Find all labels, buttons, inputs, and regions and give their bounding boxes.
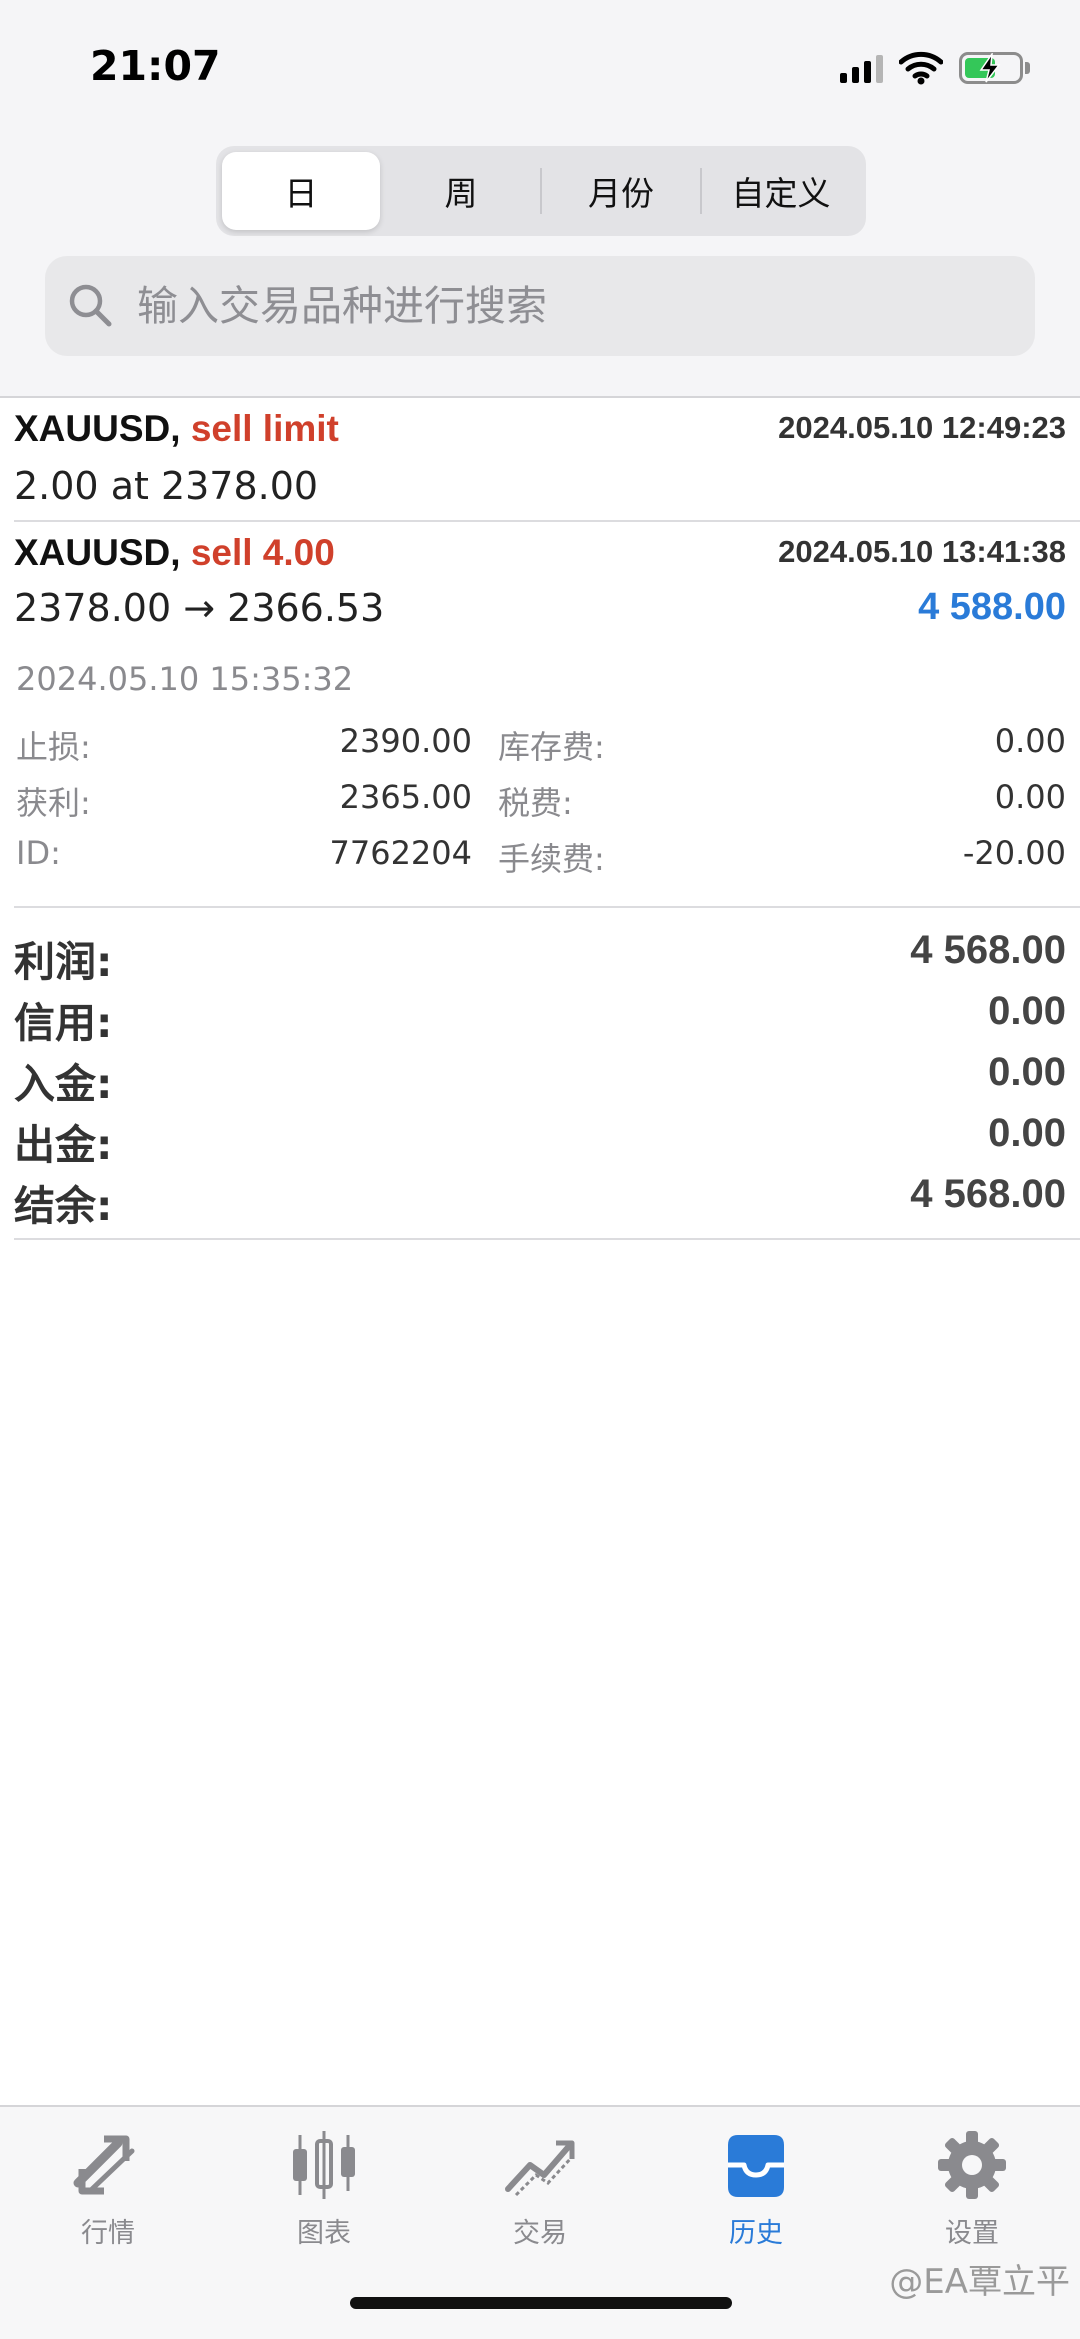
stop-loss-label: 止损: bbox=[16, 728, 91, 766]
wifi-icon bbox=[899, 51, 943, 85]
deal-symbol: XAUUSD, sell 4.00 bbox=[14, 532, 335, 573]
id-value: 7762204 bbox=[329, 834, 472, 872]
status-time: 21:07 bbox=[90, 42, 221, 90]
tax-value: 0.00 bbox=[994, 778, 1066, 816]
segment-week[interactable]: 周 bbox=[382, 152, 540, 230]
credit-value: 0.00 bbox=[988, 989, 1066, 1033]
deal-price-change: 2378.00 → 2366.53 bbox=[14, 586, 385, 630]
profit-label: 利润: bbox=[14, 938, 113, 986]
take-profit-label: 获利: bbox=[16, 784, 91, 822]
deal-close-time: 2024.05.10 15:35:32 bbox=[16, 660, 354, 698]
withdrawal-label: 出金: bbox=[14, 1121, 113, 1169]
tab-settings[interactable]: 设置 bbox=[864, 2125, 1080, 2250]
commission-value: -20.00 bbox=[962, 834, 1066, 872]
cellular-signal-icon bbox=[840, 53, 883, 83]
period-segmented-control: 日 周 月份 自定义 bbox=[216, 146, 866, 236]
top-header-area: 21:07 日 周 月份 自定义 bbox=[0, 0, 1080, 398]
search-bar[interactable] bbox=[45, 256, 1035, 356]
status-icons bbox=[840, 48, 1030, 88]
deal-time: 2024.05.10 13:41:38 bbox=[778, 534, 1066, 569]
id-label: ID: bbox=[16, 834, 61, 872]
deal-type: sell 4.00 bbox=[190, 532, 335, 573]
segment-month[interactable]: 月份 bbox=[542, 152, 700, 230]
battery-icon bbox=[959, 52, 1023, 84]
deposit-value: 0.00 bbox=[988, 1050, 1066, 1094]
divider bbox=[14, 1238, 1080, 1240]
deal-profit: 4 588.00 bbox=[918, 586, 1066, 628]
deal-row-expanded[interactable]: XAUUSD, sell 4.00 2024.05.10 13:41:38 23… bbox=[0, 522, 1080, 902]
trade-chart-icon bbox=[505, 2140, 575, 2197]
take-profit-value: 2365.00 bbox=[339, 778, 472, 816]
segment-day[interactable]: 日 bbox=[222, 152, 380, 230]
order-type: sell limit bbox=[190, 408, 339, 449]
swap-value: 0.00 bbox=[994, 722, 1066, 760]
order-symbol: XAUUSD, sell limit bbox=[14, 408, 339, 449]
search-icon bbox=[69, 284, 112, 327]
tab-trade[interactable]: 交易 bbox=[432, 2125, 648, 2250]
candlestick-chart-icon bbox=[293, 2131, 355, 2199]
home-indicator bbox=[350, 2297, 732, 2309]
commission-label: 手续费: bbox=[498, 840, 605, 878]
order-time: 2024.05.10 12:49:23 bbox=[778, 410, 1066, 445]
tab-label: 设置 bbox=[945, 2218, 999, 2249]
credit-label: 信用: bbox=[14, 999, 113, 1047]
history-inbox-icon bbox=[728, 2135, 784, 2197]
withdrawal-value: 0.00 bbox=[988, 1111, 1066, 1155]
tab-quotes[interactable]: 行情 bbox=[0, 2125, 216, 2250]
search-input[interactable] bbox=[135, 281, 999, 331]
tab-label: 图表 bbox=[297, 2218, 351, 2249]
tax-label: 税费: bbox=[498, 784, 573, 822]
order-detail: 2.00 at 2378.00 bbox=[14, 464, 319, 508]
tab-charts[interactable]: 图表 bbox=[216, 2125, 432, 2250]
tab-label: 历史 bbox=[729, 2218, 783, 2249]
summary-section: 利润: 4 568.00 信用: 0.00 入金: 0.00 出金: 0.00 … bbox=[0, 908, 1080, 1238]
gear-icon bbox=[938, 2131, 1006, 2199]
order-row-pending[interactable]: XAUUSD, sell limit 2024.05.10 12:49:23 2… bbox=[0, 398, 1080, 520]
balance-value: 4 568.00 bbox=[910, 1172, 1066, 1216]
balance-label: 结余: bbox=[14, 1182, 113, 1230]
watermark: @EA覃立平 bbox=[889, 2262, 1070, 2302]
tab-label: 行情 bbox=[81, 2218, 135, 2249]
quotes-arrows-icon bbox=[73, 2135, 135, 2195]
tab-history[interactable]: 历史 bbox=[648, 2125, 864, 2250]
tab-label: 交易 bbox=[513, 2218, 567, 2249]
swap-label: 库存费: bbox=[498, 728, 605, 766]
profit-value: 4 568.00 bbox=[910, 928, 1066, 972]
deposit-label: 入金: bbox=[14, 1060, 113, 1108]
segment-custom[interactable]: 自定义 bbox=[702, 152, 860, 230]
stop-loss-value: 2390.00 bbox=[339, 722, 472, 760]
